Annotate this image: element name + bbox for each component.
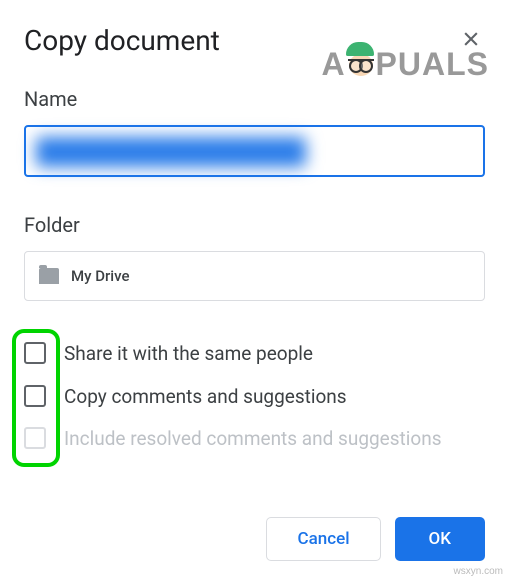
checkbox-row-share: Share it with the same people [24,341,485,368]
ok-button[interactable]: OK [395,517,485,561]
checkbox-comments-label: Copy comments and suggestions [64,384,347,411]
close-icon [461,29,481,49]
folder-label: Folder [24,213,485,237]
name-label: Name [24,87,485,111]
folder-selector[interactable]: My Drive [24,251,485,301]
checkbox-comments[interactable] [24,385,46,407]
name-input[interactable] [24,125,485,177]
checkbox-row-comments: Copy comments and suggestions [24,384,485,411]
close-button[interactable] [457,25,485,56]
checkbox-share-label: Share it with the same people [64,341,313,368]
dialog-title: Copy document [24,24,220,57]
folder-value: My Drive [71,267,130,285]
corner-attribution: wsxyn.com [454,566,503,577]
cancel-button[interactable]: Cancel [266,517,380,561]
folder-icon [39,268,59,284]
checkbox-share[interactable] [24,342,46,364]
checkbox-resolved-label: Include resolved comments and suggestion… [64,426,442,453]
checkbox-row-resolved: Include resolved comments and suggestion… [24,426,485,453]
checkbox-resolved [24,427,46,449]
checkbox-group: Share it with the same people Copy comme… [24,341,485,453]
button-row: Cancel OK [266,517,485,561]
